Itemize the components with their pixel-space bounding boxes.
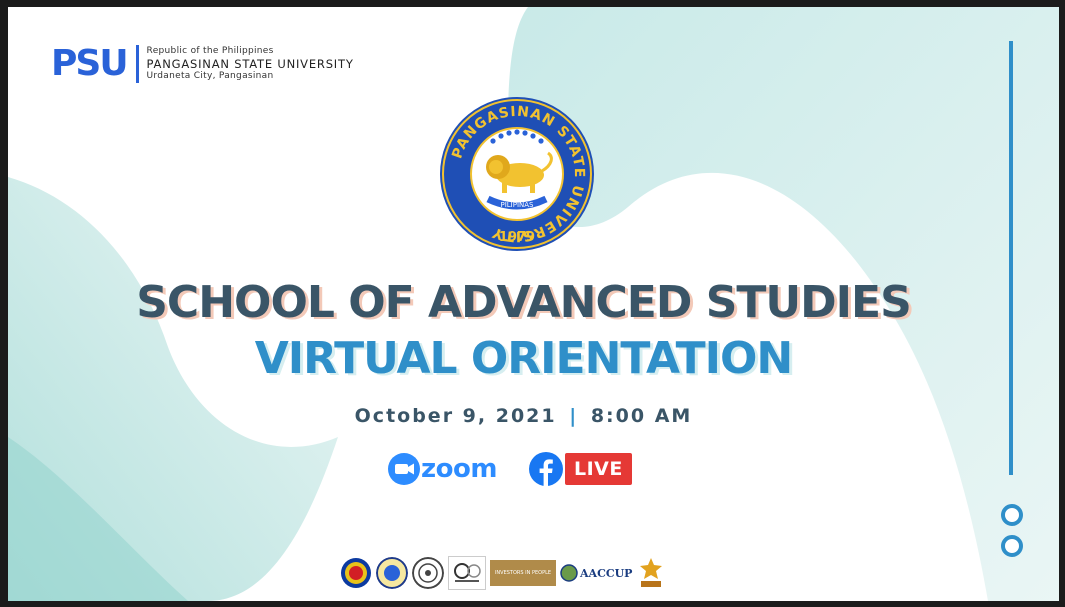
zoom-label: zoom	[421, 454, 497, 484]
psu-logo: PSU	[51, 43, 129, 84]
investors-in-people-badge: INVESTORS IN PEOPLE	[490, 560, 556, 586]
brand-divider	[135, 45, 139, 83]
live-badge: LIVE	[565, 453, 632, 485]
prime-award-icon	[640, 558, 663, 587]
circle-ring-icon	[1001, 535, 1023, 557]
country-line: Republic of the Philippines	[146, 45, 274, 56]
aaccup-emblem-icon	[560, 564, 578, 582]
event-schedule: October 9, 2021 | 8:00 AM	[8, 405, 1039, 427]
event-title: SCHOOL OF ADVANCED STUDIES	[136, 277, 912, 328]
slide-frame: PSU Republic of the Philippines PANGASIN…	[8, 7, 1059, 601]
zoom-logo: zoom	[388, 453, 497, 485]
university-seal: PANGASINAN STATE UNIVERSITY PILIPINAS 19…	[440, 97, 594, 251]
asean-logo-icon	[341, 558, 371, 588]
seal-year: 1979	[499, 230, 535, 245]
event-subtitle: VIRTUAL ORIENTATION	[254, 333, 794, 384]
aaccup-label: AACCUP	[580, 566, 633, 580]
brand-text: Republic of the Philippines PANGASINAN S…	[147, 46, 354, 83]
seal-logo-icon	[376, 557, 408, 589]
zoom-camera-icon	[388, 453, 420, 485]
seal-country: PILIPINAS	[500, 201, 534, 209]
govt-seal-icon	[412, 557, 444, 589]
university-brand: PSU Republic of the Philippines PANGASIN…	[51, 45, 354, 83]
facebook-icon	[529, 452, 563, 486]
decor-vertical-line	[1009, 41, 1013, 475]
aaccup-badge: AACCUP	[560, 564, 632, 582]
campus-line: Urdaneta City, Pangasinan	[146, 71, 274, 82]
circle-ring-icon	[1001, 504, 1023, 526]
university-name: PANGASINAN STATE UNIVERSITY	[146, 56, 354, 71]
accreditation-badges: INVESTORS IN PEOPLE AACCUP	[340, 556, 666, 590]
event-time: 8:00 AM	[590, 405, 693, 427]
facebook-live-logo: LIVE	[529, 452, 632, 486]
date-separator: |	[569, 405, 579, 427]
event-date: October 9, 2021	[354, 405, 557, 427]
iso-certification-icon	[448, 556, 486, 590]
